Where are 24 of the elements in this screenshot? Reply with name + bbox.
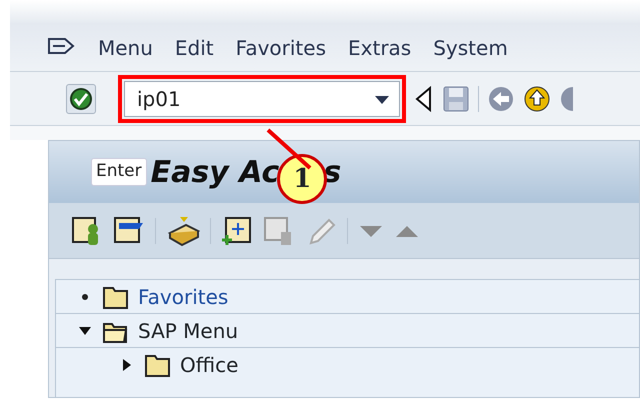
- menu-item[interactable]: Extras: [348, 32, 412, 62]
- exit-icon[interactable]: [523, 84, 551, 112]
- menu-item[interactable]: Favorites: [236, 32, 326, 62]
- title-text: Easy Ac: [150, 154, 280, 192]
- tree-item[interactable]: Favorites: [138, 282, 228, 312]
- check-icon: [69, 86, 93, 110]
- command-field[interactable]: ip01: [124, 80, 400, 116]
- dropdown-icon[interactable]: [374, 94, 390, 104]
- collapsed-icon[interactable]: [122, 358, 132, 372]
- tree-item[interactable]: SAP Menu: [138, 316, 238, 346]
- back-triangle-icon[interactable]: [414, 86, 434, 112]
- tree-item[interactable]: Office: [180, 350, 238, 380]
- menu-item[interactable]: Edit: [174, 32, 214, 62]
- menu-item[interactable]: Menu: [98, 32, 153, 62]
- enter-button[interactable]: [66, 84, 96, 114]
- cancel-icon[interactable]: [559, 84, 573, 112]
- save-icon[interactable]: [442, 84, 470, 112]
- menu-item[interactable]: System: [433, 32, 508, 62]
- back-icon[interactable]: [487, 84, 515, 112]
- expanded-icon[interactable]: [78, 326, 92, 336]
- folder-icon: [144, 352, 172, 378]
- tooltip: Enter: [91, 158, 147, 186]
- bullet-icon: [81, 292, 89, 300]
- tray-icon[interactable]: [166, 214, 200, 246]
